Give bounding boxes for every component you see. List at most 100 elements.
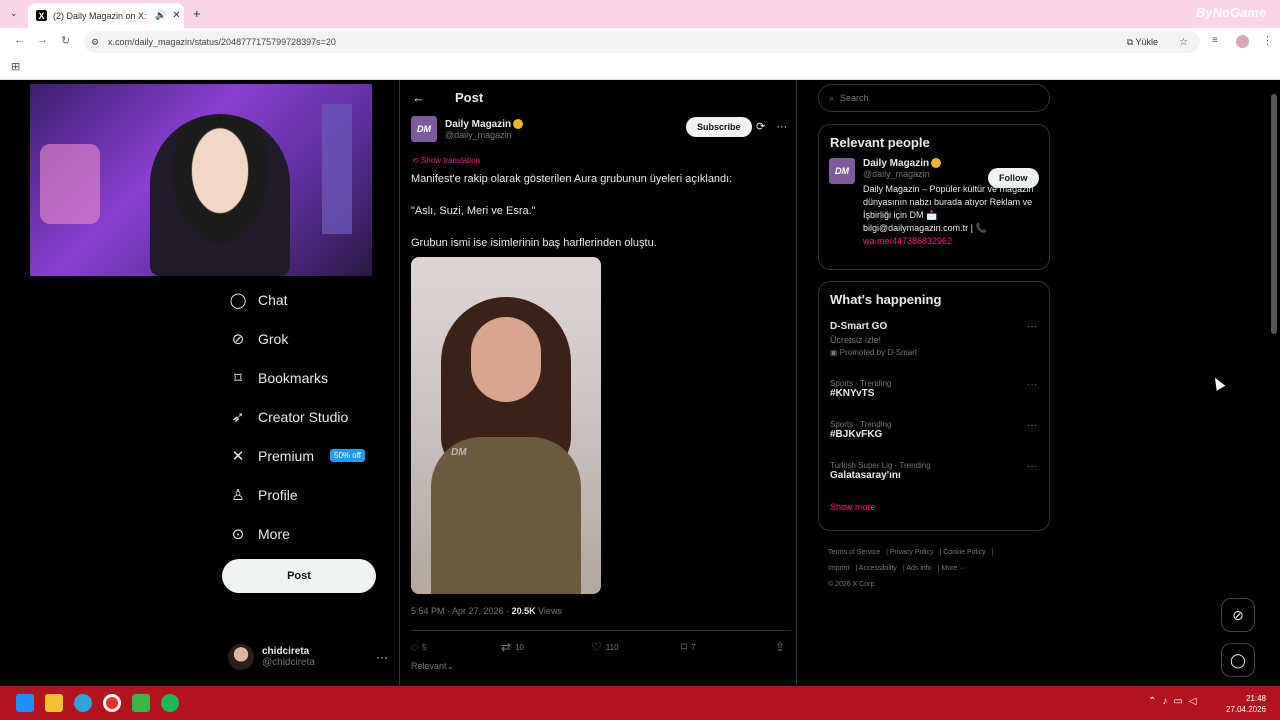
nav-profile[interactable]: ♙ Profile: [222, 475, 392, 514]
address-bar[interactable]: ⚙ x.com/daily_magazin/status/20487771757…: [84, 31, 1200, 53]
close-tab-icon[interactable]: ✕: [172, 10, 180, 21]
trend-name: #BJKvFKG: [830, 429, 883, 440]
footer-link[interactable]: More ···: [941, 565, 966, 572]
search-input[interactable]: ⌕ Search: [818, 84, 1050, 112]
person-avatar[interactable]: DM: [829, 158, 855, 184]
x-logo-icon: ✕: [231, 447, 245, 465]
nav-label: More: [258, 525, 290, 542]
grok-explain-icon[interactable]: ⟳: [756, 121, 765, 133]
trend-item[interactable]: Sports · Trending #KNYvTS ···: [819, 373, 1049, 414]
nav-grok[interactable]: ⊘ Grok: [222, 319, 392, 358]
spotify-icon[interactable]: [161, 694, 179, 712]
footer-link[interactable]: Cookie Policy: [943, 549, 985, 556]
page-title: Post: [455, 90, 484, 105]
footer-link[interactable]: Privacy Policy: [890, 549, 934, 556]
back-arrow-icon[interactable]: ←: [412, 90, 425, 105]
nav-label: Premium: [258, 447, 315, 464]
post-author[interactable]: DM Daily Magazin @daily_magazin: [411, 116, 524, 142]
trend-more-icon[interactable]: ···: [1027, 420, 1037, 431]
nav-chat[interactable]: ◯ Chat: [222, 280, 392, 319]
nav-creator-studio[interactable]: ➶ Creator Studio: [222, 397, 392, 436]
video-watermark: DM: [451, 447, 467, 458]
search-placeholder: Search: [840, 93, 869, 103]
tray-chevron-icon[interactable]: ⌃: [1148, 696, 1162, 707]
clock[interactable]: 21:48 27.04.2026: [1226, 693, 1266, 715]
post-more-icon[interactable]: ···: [776, 121, 787, 133]
post-paragraph: Grubun ismi ise isimlerinin baş harfleri…: [411, 237, 657, 249]
trend-more-icon[interactable]: ···: [1027, 321, 1037, 332]
tab-dropdown-button[interactable]: ⌄: [10, 8, 18, 19]
nav-bookmarks[interactable]: ⌑ Bookmarks: [222, 358, 392, 397]
show-more-link[interactable]: Show more: [819, 496, 1049, 522]
verified-badge-icon: [931, 158, 942, 169]
post-tools: ⟳ ···: [756, 120, 787, 133]
share-icon[interactable]: ⇪: [775, 640, 785, 654]
profile-avatar-icon[interactable]: [1236, 35, 1249, 48]
author-name: Daily Magazin: [445, 118, 512, 130]
nav-premium[interactable]: ✕ Premium 50% off: [222, 436, 392, 475]
forward-icon[interactable]: →: [37, 34, 48, 46]
trend-more-icon[interactable]: ···: [1027, 379, 1037, 390]
subscribe-button[interactable]: Subscribe: [686, 117, 752, 137]
compose-post-button[interactable]: Post: [222, 559, 376, 593]
webcam-background: [322, 104, 352, 234]
trend-name: #KNYvTS: [830, 388, 875, 399]
messages-float-button[interactable]: ◯: [1221, 643, 1255, 677]
footer-link[interactable]: Imprint: [828, 565, 849, 572]
bookmark-star-icon[interactable]: ☆: [1179, 37, 1188, 48]
apps-grid-icon[interactable]: ⊞: [11, 60, 20, 73]
account-more-icon[interactable]: ···: [376, 650, 388, 664]
reply-button[interactable]: ◌ 5: [411, 640, 501, 654]
translate-icon: ⟲: [412, 156, 421, 165]
site-info-icon[interactable]: ⚙: [91, 37, 99, 48]
account-name: chidcireta: [262, 646, 310, 657]
video-frame: [471, 317, 541, 402]
follow-button[interactable]: Follow: [988, 168, 1039, 188]
footer-link[interactable]: Terms of Service: [828, 549, 880, 556]
mic-icon[interactable]: ♪: [1162, 696, 1173, 707]
reply-sort-dropdown[interactable]: Relevant⌄: [411, 661, 454, 672]
show-translation-link[interactable]: ⟲ Show translation: [412, 156, 480, 165]
footer-link[interactable]: Accessibility: [859, 565, 897, 572]
media-control-icon[interactable]: ≡: [1212, 35, 1218, 46]
page-scrollbar[interactable]: [1270, 84, 1278, 680]
edge-icon[interactable]: [74, 694, 92, 712]
install-button[interactable]: ⧉ Yükle: [1127, 37, 1158, 48]
trend-more-icon[interactable]: ···: [1027, 461, 1037, 472]
new-tab-button[interactable]: +: [193, 6, 201, 21]
bookmark-button[interactable]: ⌑ 7: [681, 640, 771, 654]
account-switcher[interactable]: chidcireta @chidcireta ···: [228, 640, 388, 674]
browser-tab[interactable]: X (2) Daily Magazin on X: "Ma 🔊 ✕: [28, 3, 184, 28]
promoted-label: ▣ Promoted by D-Smart: [830, 348, 918, 357]
footer-link[interactable]: Ads info: [906, 565, 931, 572]
browser-menu-icon[interactable]: ⋮: [1262, 34, 1273, 47]
grok-float-button[interactable]: ⊘: [1221, 598, 1255, 632]
network-icon[interactable]: ▭: [1173, 696, 1188, 707]
file-explorer-icon[interactable]: [45, 694, 63, 712]
chat-icon: ◯: [1230, 651, 1246, 668]
video-frame: [431, 437, 581, 594]
back-icon[interactable]: ←: [14, 34, 25, 46]
trend-item[interactable]: Turkish Super Lig · Trending Galatasaray…: [819, 455, 1049, 496]
bio-link[interactable]: wa.me/447386832962: [863, 236, 952, 246]
post-meta: 5:54 PM · Apr 27, 2026 · 20.5K Views: [411, 606, 562, 616]
reply-icon: ◌: [411, 640, 419, 654]
watermark-logo: ByNoGame: [1196, 5, 1267, 20]
speaker-icon[interactable]: 🔊: [155, 10, 166, 21]
trend-item[interactable]: Sports · Trending #BJKvFKG ···: [819, 414, 1049, 455]
repost-icon: ⇄: [501, 640, 512, 654]
volume-icon[interactable]: ◁: [1189, 696, 1203, 707]
post-timestamp[interactable]: 5:54 PM · Apr 27, 2026 ·: [411, 606, 512, 616]
repost-button[interactable]: ⇄ 10: [501, 640, 591, 654]
windows-start-icon[interactable]: [16, 694, 34, 712]
trend-item[interactable]: D-Smart GO Ücretsiz izle! ▣ Promoted by …: [819, 315, 1049, 373]
verified-badge-icon: [513, 118, 524, 129]
post-video[interactable]: DM: [411, 257, 601, 594]
author-avatar[interactable]: DM: [411, 116, 437, 142]
nav-more[interactable]: ⊙ More: [222, 514, 392, 553]
app-icon[interactable]: [132, 694, 150, 712]
reload-icon[interactable]: ↻: [61, 34, 70, 47]
like-button[interactable]: ♡ 110: [591, 640, 681, 654]
chrome-icon[interactable]: [103, 694, 121, 712]
scrollbar-thumb[interactable]: [1271, 94, 1277, 334]
